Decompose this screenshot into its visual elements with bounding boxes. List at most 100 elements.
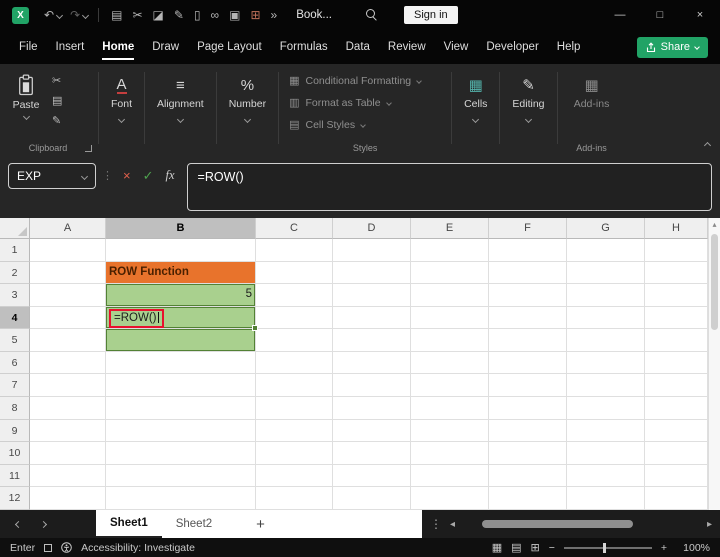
row-header-10[interactable]: 10 xyxy=(0,442,30,465)
maximize-button[interactable]: □ xyxy=(640,0,680,30)
cell-H11[interactable] xyxy=(645,464,708,488)
cell-C11[interactable] xyxy=(256,464,333,488)
cell-E8[interactable] xyxy=(411,397,489,420)
accessibility-status[interactable]: Accessibility: Investigate xyxy=(81,542,195,554)
cell-E9[interactable] xyxy=(411,419,489,443)
menu-tab-help[interactable]: Help xyxy=(548,30,590,64)
fill-handle[interactable] xyxy=(252,325,258,331)
sheet-tab-sheet1[interactable]: Sheet1 xyxy=(96,510,162,538)
cell-B11[interactable] xyxy=(106,464,256,488)
search-icon[interactable] xyxy=(366,9,378,21)
cell-D12[interactable] xyxy=(333,487,411,510)
sheet-options-dots-icon[interactable]: ⋮ xyxy=(430,517,442,531)
clipboard-icon[interactable]: ▤ xyxy=(111,0,122,30)
column-header-H[interactable]: H xyxy=(645,218,708,239)
menu-tab-formulas[interactable]: Formulas xyxy=(271,30,337,64)
normal-view-icon[interactable]: ▦ xyxy=(492,541,502,554)
row-header-11[interactable]: 11 xyxy=(0,464,30,488)
collapse-ribbon-icon[interactable] xyxy=(703,141,712,150)
cell-E12[interactable] xyxy=(411,487,489,510)
cell-F2[interactable] xyxy=(489,261,567,285)
cell-B1[interactable] xyxy=(106,239,256,262)
column-header-G[interactable]: G xyxy=(567,218,645,239)
menu-tab-file[interactable]: File xyxy=(10,30,47,64)
cell-G4[interactable] xyxy=(567,306,645,330)
cell-F6[interactable] xyxy=(489,351,567,375)
cell-H2[interactable] xyxy=(645,261,708,285)
row-header-2[interactable]: 2 xyxy=(0,261,30,285)
cell-B6[interactable] xyxy=(106,351,256,375)
cell-H10[interactable] xyxy=(645,442,708,465)
paste-dropdown-icon[interactable] xyxy=(22,112,30,121)
cell-C10[interactable] xyxy=(256,442,333,465)
cell-G1[interactable] xyxy=(567,239,645,262)
cell-E2[interactable] xyxy=(411,261,489,285)
sheet-nav-left-icon[interactable] xyxy=(14,520,23,528)
row-header-5[interactable]: 5 xyxy=(0,329,30,352)
cell-H1[interactable] xyxy=(645,239,708,262)
cell-F5[interactable] xyxy=(489,329,567,352)
paste-button[interactable]: Paste xyxy=(0,72,52,127)
cell-E3[interactable] xyxy=(411,284,489,307)
cell-G12[interactable] xyxy=(567,487,645,510)
cell-H8[interactable] xyxy=(645,397,708,420)
menu-tab-review[interactable]: Review xyxy=(379,30,435,64)
cell-D5[interactable] xyxy=(333,329,411,352)
horizontal-scrollbar[interactable] xyxy=(463,520,699,528)
cell-A11[interactable] xyxy=(30,464,106,488)
vertical-scrollbar[interactable]: ▴ xyxy=(708,218,720,510)
name-box[interactable]: EXP xyxy=(8,163,96,189)
column-header-D[interactable]: D xyxy=(333,218,411,239)
zoom-level[interactable]: 100% xyxy=(676,542,710,554)
cell-E7[interactable] xyxy=(411,374,489,398)
sign-in-button[interactable]: Sign in xyxy=(404,6,458,24)
cut-icon[interactable]: ✂ xyxy=(52,76,62,87)
cell-F10[interactable] xyxy=(489,442,567,465)
cell-C7[interactable] xyxy=(256,374,333,398)
cell-E5[interactable] xyxy=(411,329,489,352)
cell-H9[interactable] xyxy=(645,419,708,443)
alignment-group-button[interactable]: ≡ Alignment xyxy=(147,64,214,156)
cell-F1[interactable] xyxy=(489,239,567,262)
number-group-button[interactable]: % Number xyxy=(219,64,276,156)
menu-tab-view[interactable]: View xyxy=(435,30,478,64)
cell-B2[interactable]: ROW Function xyxy=(106,261,256,285)
vertical-scrollbar-thumb[interactable] xyxy=(711,234,718,330)
cell-E11[interactable] xyxy=(411,464,489,488)
cell-A4[interactable] xyxy=(30,306,106,330)
cell-D1[interactable] xyxy=(333,239,411,262)
cell-B8[interactable] xyxy=(106,397,256,420)
cell-A9[interactable] xyxy=(30,419,106,443)
cell-H4[interactable] xyxy=(645,306,708,330)
row-header-6[interactable]: 6 xyxy=(0,351,30,375)
cell-F4[interactable] xyxy=(489,306,567,330)
column-header-A[interactable]: A xyxy=(30,218,106,239)
menu-tab-data[interactable]: Data xyxy=(337,30,379,64)
share-button[interactable]: Share xyxy=(636,36,708,58)
zoom-slider[interactable] xyxy=(563,542,652,553)
cancel-formula-icon[interactable]: × xyxy=(123,168,131,183)
cell-C6[interactable] xyxy=(256,351,333,375)
cell-B4[interactable]: =ROW() xyxy=(106,306,256,330)
cell-C4[interactable] xyxy=(256,306,333,330)
undo-dropdown-icon[interactable] xyxy=(56,11,64,19)
cell-D2[interactable] xyxy=(333,261,411,285)
cell-F11[interactable] xyxy=(489,464,567,488)
page-layout-view-icon[interactable]: ▤ xyxy=(511,541,521,554)
image-icon[interactable]: ◪ xyxy=(153,0,164,30)
clipboard-dialog-launcher-icon[interactable] xyxy=(85,145,92,152)
select-all-corner[interactable] xyxy=(0,218,30,239)
cell-A8[interactable] xyxy=(30,397,106,420)
cell-D3[interactable] xyxy=(333,284,411,307)
sheet-tab-sheet2[interactable]: Sheet2 xyxy=(162,510,226,538)
excel-logo-icon[interactable]: X xyxy=(12,6,29,24)
row-header-9[interactable]: 9 xyxy=(0,419,30,443)
scroll-up-icon[interactable]: ▴ xyxy=(709,218,720,231)
copy-icon[interactable]: ▤ xyxy=(52,96,62,107)
cell-G8[interactable] xyxy=(567,397,645,420)
cell-A2[interactable] xyxy=(30,261,106,285)
name-box-dropdown-icon[interactable] xyxy=(80,172,89,180)
undo-icon[interactable]: ↶ xyxy=(44,0,54,30)
cell-D8[interactable] xyxy=(333,397,411,420)
document-icon[interactable]: ▯ xyxy=(194,0,201,30)
